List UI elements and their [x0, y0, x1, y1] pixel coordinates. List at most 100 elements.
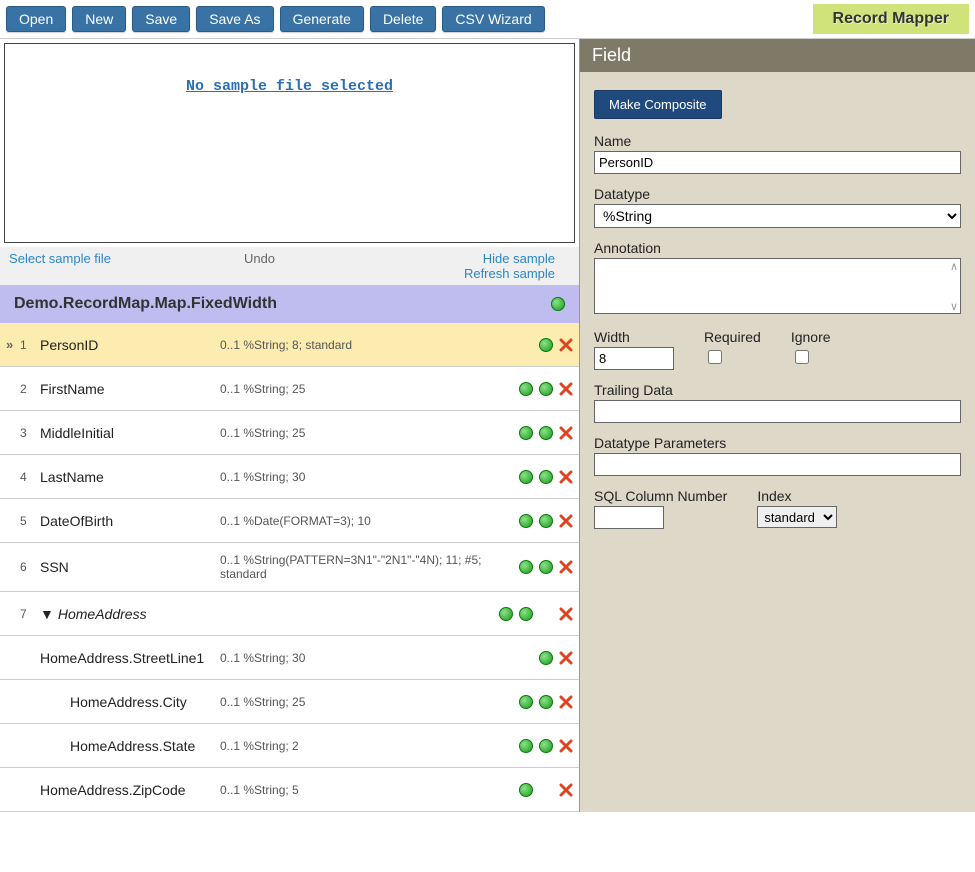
add-icon[interactable]: [519, 470, 533, 484]
table-row[interactable]: 4LastName0..1 %String; 30: [0, 455, 579, 499]
add-icon[interactable]: [519, 514, 533, 528]
delete-icon[interactable]: [559, 783, 573, 797]
delete-icon[interactable]: [559, 607, 573, 621]
datatype-select[interactable]: %String: [594, 204, 961, 228]
table-row[interactable]: »1PersonID0..1 %String; 8; standard: [0, 323, 579, 367]
add-icon[interactable]: [499, 607, 513, 621]
table-row[interactable]: 3MiddleInitial0..1 %String; 25: [0, 411, 579, 455]
map-title: Demo.RecordMap.Map.FixedWidth: [14, 295, 277, 313]
delete-icon[interactable]: [559, 651, 573, 665]
field-detail: 0..1 %String; 25: [220, 695, 493, 709]
delete-button[interactable]: Delete: [370, 6, 436, 32]
toolbar: Open New Save Save As Generate Delete CS…: [0, 0, 975, 39]
field-detail: 0..1 %String; 5: [220, 783, 493, 797]
dtparams-field[interactable]: [594, 453, 961, 476]
add-icon[interactable]: [519, 382, 533, 396]
add-field-icon[interactable]: [551, 297, 565, 311]
field-name: SSN: [40, 559, 220, 575]
field-name: HomeAddress.City: [40, 694, 220, 710]
field-detail: 0..1 %String; 8; standard: [220, 338, 493, 352]
field-detail: 0..1 %String; 30: [220, 470, 493, 484]
field-detail: 0..1 %String; 25: [220, 426, 493, 440]
app-title: Record Mapper: [813, 4, 969, 34]
sample-actions: Select sample file Undo Hide sample Refr…: [0, 247, 579, 285]
width-field[interactable]: [594, 347, 674, 370]
add-icon[interactable]: [539, 382, 553, 396]
refresh-sample-link[interactable]: Refresh sample: [464, 266, 555, 281]
field-list: »1PersonID0..1 %String; 8; standard2Firs…: [0, 323, 579, 812]
delete-icon[interactable]: [559, 514, 573, 528]
field-detail: 0..1 %Date(FORMAT=3); 10: [220, 514, 493, 528]
table-row[interactable]: 7▼HomeAddress: [0, 592, 579, 636]
add-icon[interactable]: [539, 560, 553, 574]
delete-icon[interactable]: [559, 338, 573, 352]
field-name: ▼HomeAddress: [40, 606, 220, 622]
trailing-field[interactable]: [594, 400, 961, 423]
delete-icon[interactable]: [559, 560, 573, 574]
ignore-checkbox[interactable]: [795, 350, 809, 364]
add-icon[interactable]: [539, 338, 553, 352]
add-icon[interactable]: [539, 739, 553, 753]
field-name: HomeAddress.StreetLine1: [40, 650, 220, 666]
select-sample-link[interactable]: Select sample file: [9, 251, 111, 266]
no-sample-link[interactable]: No sample file selected: [186, 78, 393, 242]
field-detail: 0..1 %String; 25: [220, 382, 493, 396]
field-name: PersonID: [40, 337, 220, 353]
field-name: MiddleInitial: [40, 425, 220, 441]
make-composite-button[interactable]: Make Composite: [594, 90, 722, 119]
index-label: Index: [757, 488, 837, 504]
required-checkbox[interactable]: [708, 350, 722, 364]
add-icon[interactable]: [519, 695, 533, 709]
add-icon[interactable]: [539, 695, 553, 709]
save-button[interactable]: Save: [132, 6, 190, 32]
table-row[interactable]: HomeAddress.ZipCode0..1 %String; 5: [0, 768, 579, 812]
add-icon[interactable]: [539, 426, 553, 440]
delete-icon[interactable]: [559, 695, 573, 709]
scroll-down-icon[interactable]: ∨: [950, 302, 958, 313]
index-select[interactable]: standard: [757, 506, 837, 528]
table-row[interactable]: HomeAddress.State0..1 %String; 2: [0, 724, 579, 768]
ignore-label: Ignore: [791, 329, 831, 345]
collapse-arrow-icon[interactable]: ▼: [40, 606, 54, 622]
sample-file-box: No sample file selected: [4, 43, 575, 243]
table-row[interactable]: 6SSN0..1 %String(PATTERN=3N1"-"2N1"-"4N)…: [0, 543, 579, 592]
name-field[interactable]: [594, 151, 961, 174]
annotation-field[interactable]: [594, 258, 961, 314]
add-icon[interactable]: [519, 739, 533, 753]
hide-sample-link[interactable]: Hide sample: [483, 251, 555, 266]
add-icon[interactable]: [539, 514, 553, 528]
required-label: Required: [704, 329, 761, 345]
delete-icon[interactable]: [559, 739, 573, 753]
field-name: FirstName: [40, 381, 220, 397]
add-icon[interactable]: [519, 783, 533, 797]
add-icon[interactable]: [519, 426, 533, 440]
table-row[interactable]: HomeAddress.StreetLine10..1 %String; 30: [0, 636, 579, 680]
add-icon[interactable]: [519, 607, 533, 621]
new-button[interactable]: New: [72, 6, 126, 32]
annotation-label: Annotation: [594, 240, 961, 256]
table-row[interactable]: 2FirstName0..1 %String; 25: [0, 367, 579, 411]
add-icon[interactable]: [539, 470, 553, 484]
save-as-button[interactable]: Save As: [196, 6, 273, 32]
generate-button[interactable]: Generate: [280, 6, 364, 32]
field-name: HomeAddress.ZipCode: [40, 782, 220, 798]
sqlcol-label: SQL Column Number: [594, 488, 727, 504]
open-button[interactable]: Open: [6, 6, 66, 32]
datatype-label: Datatype: [594, 186, 961, 202]
sqlcol-field[interactable]: [594, 506, 664, 529]
name-label: Name: [594, 133, 961, 149]
delete-icon[interactable]: [559, 470, 573, 484]
field-name: HomeAddress.State: [40, 738, 220, 754]
table-row[interactable]: 5DateOfBirth0..1 %Date(FORMAT=3); 10: [0, 499, 579, 543]
csv-wizard-button[interactable]: CSV Wizard: [442, 6, 544, 32]
trailing-label: Trailing Data: [594, 382, 961, 398]
add-icon[interactable]: [519, 560, 533, 574]
add-icon[interactable]: [539, 651, 553, 665]
map-header: Demo.RecordMap.Map.FixedWidth: [0, 285, 579, 323]
delete-icon[interactable]: [559, 382, 573, 396]
field-name: DateOfBirth: [40, 513, 220, 529]
scroll-up-icon[interactable]: ∧: [950, 262, 958, 273]
table-row[interactable]: HomeAddress.City0..1 %String; 25: [0, 680, 579, 724]
delete-icon[interactable]: [559, 426, 573, 440]
undo-link[interactable]: Undo: [244, 251, 275, 266]
